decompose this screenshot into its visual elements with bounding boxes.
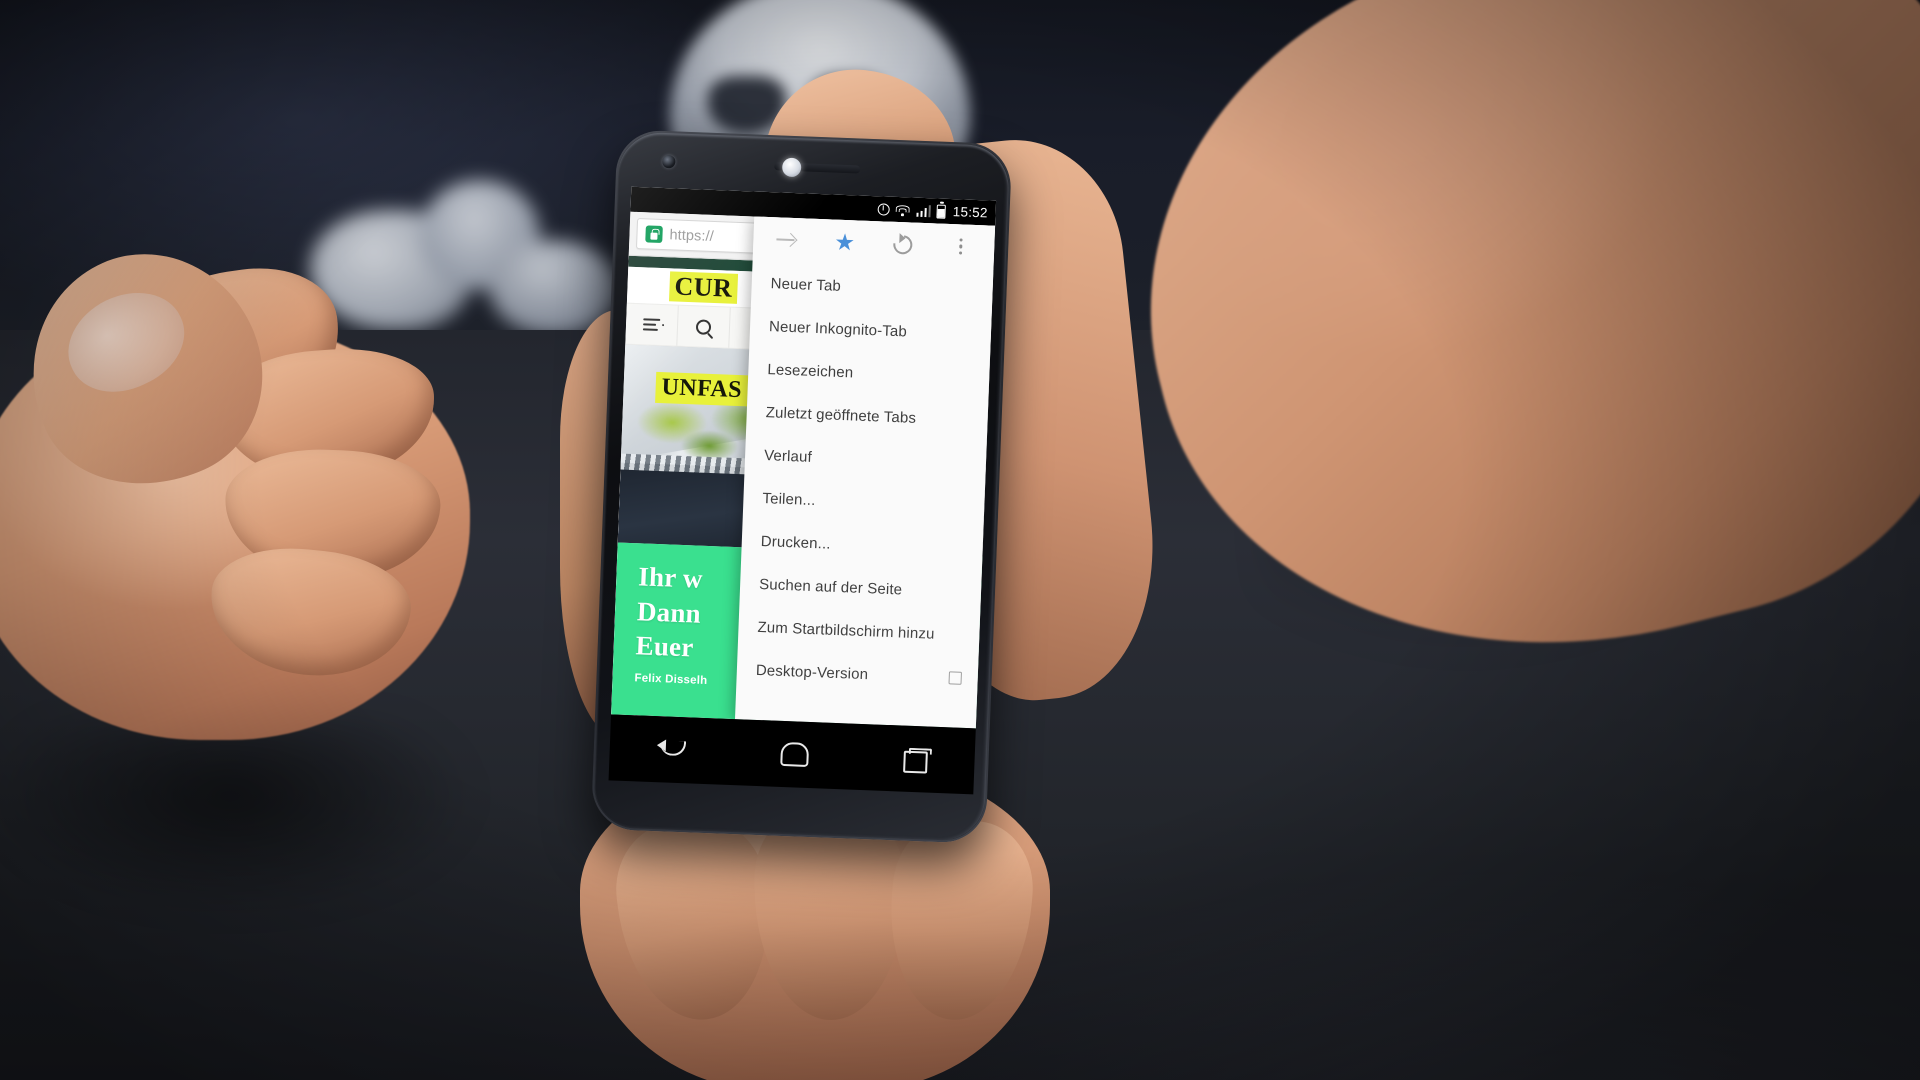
site-menu-button[interactable] xyxy=(625,303,679,346)
menu-item-label: Teilen... xyxy=(762,490,816,510)
menu-item-label: Zuletzt geöffnete Tabs xyxy=(765,404,917,427)
site-brand-word: CUR xyxy=(668,271,738,304)
recents-icon[interactable] xyxy=(903,748,928,771)
menu-item-desktop-version[interactable]: Desktop-Version xyxy=(736,648,978,700)
reload-button[interactable] xyxy=(873,221,933,267)
star-icon: ★ xyxy=(833,228,856,255)
android-navigation-bar xyxy=(608,714,976,795)
signal-icon xyxy=(916,204,932,217)
reload-icon xyxy=(889,230,917,258)
menu-items-list: Neuer Tab Neuer Inkognito-Tab Lesezeiche… xyxy=(736,260,993,700)
menu-item-label: Neuer Inkognito-Tab xyxy=(768,318,908,341)
menu-item-label: Verlauf xyxy=(763,447,813,466)
status-bar-clock: 15:52 xyxy=(952,204,988,221)
menu-item-label: Lesezeichen xyxy=(767,361,854,382)
overflow-button[interactable] xyxy=(931,223,991,269)
left-hand-fist xyxy=(0,200,530,910)
phone-screen: 15:52 https:// CUR UNFAS Ihr w Dann Euer… xyxy=(611,186,997,729)
menu-item-label: Drucken... xyxy=(760,533,831,553)
search-icon xyxy=(695,318,712,335)
menu-item-label: Neuer Tab xyxy=(770,275,842,295)
left-hand-shadow xyxy=(0,720,470,910)
forward-arrow-icon xyxy=(776,232,797,247)
menu-item-label: Suchen auf der Seite xyxy=(758,575,903,599)
kebab-menu-icon xyxy=(959,238,964,255)
back-icon[interactable] xyxy=(657,738,688,761)
desktop-version-checkbox[interactable] xyxy=(948,671,962,685)
wifi-icon xyxy=(895,203,911,216)
battery-icon xyxy=(936,204,947,219)
photo-scene: 15:52 https:// CUR UNFAS Ihr w Dann Euer… xyxy=(0,0,1920,1080)
home-icon[interactable] xyxy=(780,741,810,768)
chrome-overflow-menu: ★ Neuer Tab Neuer Inkognito-Tab Lesezeic… xyxy=(734,216,996,729)
alarm-clock-icon xyxy=(877,202,890,216)
menu-item-label: Desktop-Version xyxy=(755,661,869,684)
lock-icon xyxy=(645,225,663,243)
hamburger-menu-icon xyxy=(642,317,661,332)
menu-item-label: Zum Startbildschirm hinzu xyxy=(757,618,935,643)
bookmark-button[interactable]: ★ xyxy=(815,219,875,265)
menu-icon-row: ★ xyxy=(752,216,996,270)
url-text: https:// xyxy=(669,226,715,245)
article-headline-word: UNFAS xyxy=(655,371,749,407)
site-search-button[interactable] xyxy=(677,305,731,348)
smartphone: 15:52 https:// CUR UNFAS Ihr w Dann Euer… xyxy=(549,128,1013,844)
forward-button[interactable] xyxy=(757,217,817,263)
